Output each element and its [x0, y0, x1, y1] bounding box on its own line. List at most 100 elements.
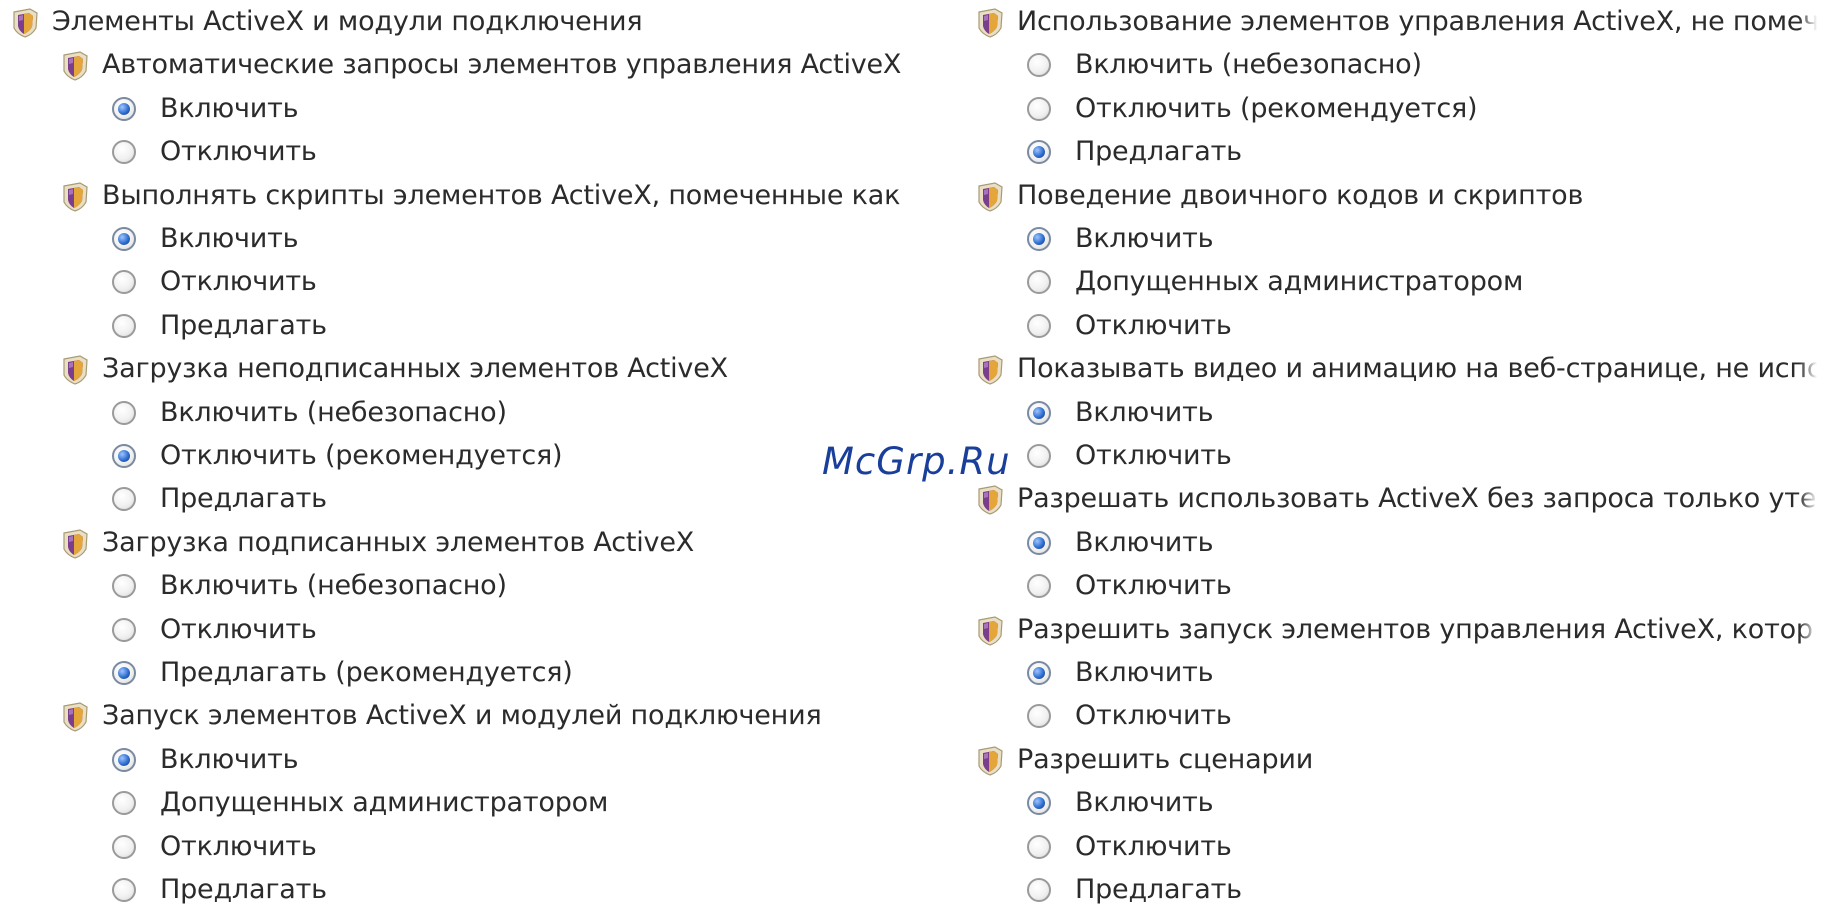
setting-header[interactable]: Выполнять скрипты элементов ActiveX, пом…	[0, 178, 960, 214]
setting-header[interactable]: Загрузка неподписанных элементов ActiveX	[0, 351, 960, 387]
radio-button[interactable]	[1027, 313, 1051, 338]
radio-button[interactable]	[1027, 834, 1051, 859]
radio-option[interactable]: Предлагать	[0, 481, 960, 517]
watermark: McGrp.Ru	[822, 440, 1011, 483]
radio-option[interactable]: Включить (небезопасно)	[975, 47, 1825, 83]
option-label: Предлагать	[1075, 136, 1242, 168]
option-label: Отключить	[1075, 440, 1232, 471]
radio-option[interactable]: Отключить	[975, 308, 1825, 344]
radio-button[interactable]	[112, 834, 136, 859]
radio-button[interactable]	[112, 617, 136, 642]
radio-option[interactable]: Включить	[0, 221, 960, 257]
radio-button[interactable]	[112, 574, 136, 599]
radio-button[interactable]	[1027, 53, 1051, 78]
radio-button[interactable]	[112, 791, 136, 816]
option-label: Включить	[1075, 787, 1214, 819]
radio-button[interactable]	[112, 270, 136, 295]
radio-option[interactable]: Включить	[975, 221, 1825, 257]
radio-button[interactable]	[1027, 96, 1051, 121]
security-shield-icon	[60, 527, 90, 559]
setting-header[interactable]: Поведение двоичного кодов и скриптов	[975, 178, 1825, 214]
setting-label: Элементы ActiveX и модули подключения	[52, 6, 643, 37]
setting-header[interactable]: Разрешить запуск элементов управления Ac…	[975, 612, 1825, 648]
setting-header[interactable]: Разрешить сценарии	[975, 742, 1825, 778]
option-label: Предлагать	[160, 874, 327, 905]
setting-header[interactable]: Загрузка подписанных элементов ActiveX	[0, 525, 960, 561]
radio-dot	[118, 753, 130, 766]
setting-label: Разрешить сценарии	[1017, 743, 1314, 775]
radio-option[interactable]: Отключить	[975, 438, 1825, 474]
setting-header[interactable]: Использование элементов управления Activ…	[975, 4, 1825, 40]
radio-button[interactable]	[112, 878, 136, 902]
radio-button-selected[interactable]	[112, 661, 136, 685]
radio-option[interactable]: Предлагать	[0, 308, 960, 344]
security-shield-icon	[975, 483, 1005, 516]
radio-button[interactable]	[112, 487, 136, 512]
radio-button[interactable]	[112, 400, 136, 425]
setting-label: Запуск элементов ActiveX и модулей подкл…	[102, 700, 822, 732]
radio-button-selected[interactable]	[112, 96, 136, 121]
option-label: Отключить (рекомендуется)	[1075, 92, 1478, 124]
option-label: Допущенных администратором	[160, 787, 609, 819]
setting-header[interactable]: Запуск элементов ActiveX и модулей подкл…	[0, 698, 960, 734]
radio-option[interactable]: Отключить	[975, 698, 1825, 734]
radio-option[interactable]: Отключить (рекомендуется)	[0, 438, 960, 474]
radio-button[interactable]	[1027, 878, 1051, 902]
radio-option[interactable]: Отключить	[975, 829, 1825, 865]
radio-option[interactable]: Отключить (рекомендуется)	[975, 91, 1825, 127]
security-shield-icon	[975, 353, 1005, 385]
radio-option[interactable]: Включить (небезопасно)	[0, 568, 960, 604]
radio-button-selected[interactable]	[112, 227, 136, 251]
radio-button[interactable]	[1027, 704, 1051, 729]
settings-group-header[interactable]: Элементы ActiveX и модули подключения	[0, 4, 960, 40]
radio-button-selected[interactable]	[1027, 140, 1051, 165]
radio-option[interactable]: Предлагать	[975, 134, 1825, 170]
radio-button[interactable]	[1027, 574, 1051, 599]
radio-button-selected[interactable]	[1027, 661, 1051, 685]
radio-button-selected[interactable]	[1027, 530, 1051, 555]
radio-button[interactable]	[1027, 444, 1051, 468]
option-label: Отключить	[1075, 570, 1232, 602]
radio-option[interactable]: Отключить	[0, 612, 960, 648]
radio-option[interactable]: Включить	[0, 91, 960, 127]
radio-option[interactable]: Включить	[975, 395, 1825, 431]
radio-option[interactable]: Допущенных администратором	[0, 785, 960, 821]
radio-option[interactable]: Отключить	[0, 264, 960, 300]
radio-option[interactable]: Допущенных администратором	[975, 264, 1825, 300]
security-shield-icon	[60, 180, 90, 212]
radio-option[interactable]: Предлагать	[975, 872, 1825, 908]
radio-button-selected[interactable]	[1027, 791, 1051, 816]
radio-option[interactable]: Включить	[0, 742, 960, 778]
option-label: Отключить	[160, 613, 317, 645]
radio-button-selected[interactable]	[1027, 400, 1051, 425]
radio-option[interactable]: Включить	[975, 785, 1825, 821]
option-label: Включить	[1075, 223, 1214, 254]
radio-option[interactable]: Включить	[975, 525, 1825, 561]
radio-option[interactable]: Отключить	[0, 134, 960, 170]
option-label: Включить (небезопасно)	[160, 570, 507, 602]
radio-button[interactable]	[112, 313, 136, 338]
radio-option[interactable]: Включить (небезопасно)	[0, 395, 960, 431]
option-label: Отключить (рекомендуется)	[160, 440, 563, 471]
radio-option[interactable]: Предлагать	[0, 872, 960, 908]
radio-option[interactable]: Отключить	[0, 829, 960, 865]
setting-header[interactable]: Разрешать использовать ActiveX без запро…	[975, 481, 1825, 517]
radio-dot	[1033, 797, 1045, 810]
radio-dot	[1033, 406, 1045, 419]
clip-fade	[1799, 0, 1825, 919]
option-label: Включить	[160, 223, 299, 254]
radio-button-selected[interactable]	[112, 444, 136, 468]
radio-button-selected[interactable]	[112, 747, 136, 772]
setting-label: Загрузка подписанных элементов ActiveX	[102, 526, 695, 558]
setting-label: Поведение двоичного кодов и скриптов	[1017, 179, 1584, 211]
radio-button[interactable]	[112, 140, 136, 165]
setting-header[interactable]: Показывать видео и анимацию на веб-стран…	[975, 351, 1825, 387]
radio-option[interactable]: Отключить	[975, 568, 1825, 604]
radio-option[interactable]: Предлагать (рекомендуется)	[0, 655, 960, 691]
option-label: Отключить	[160, 136, 317, 168]
radio-button-selected[interactable]	[1027, 227, 1051, 251]
radio-option[interactable]: Включить	[975, 655, 1825, 691]
option-label: Включить	[160, 743, 299, 775]
setting-header[interactable]: Автоматические запросы элементов управле…	[0, 47, 960, 83]
radio-button[interactable]	[1027, 270, 1051, 295]
